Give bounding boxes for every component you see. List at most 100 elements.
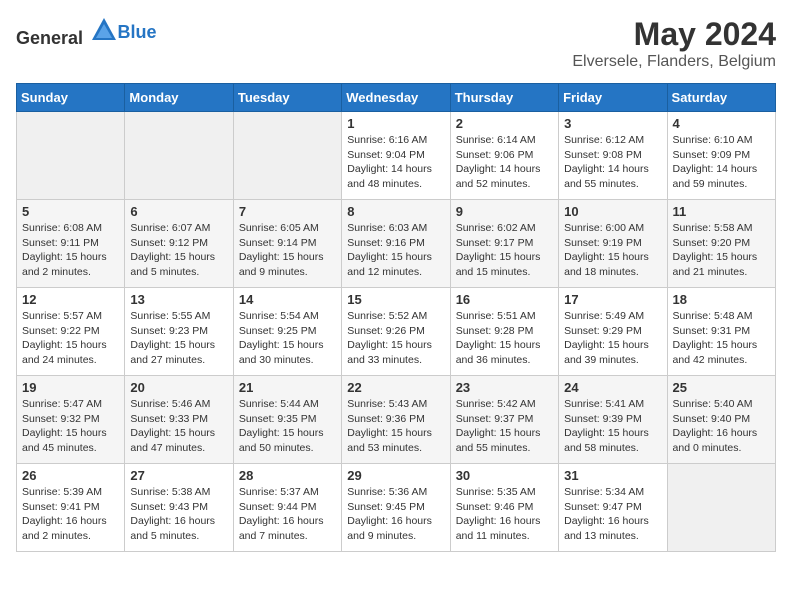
calendar-cell <box>667 464 775 552</box>
day-number: 21 <box>239 380 336 395</box>
day-info: Sunrise: 5:57 AM Sunset: 9:22 PM Dayligh… <box>22 309 119 368</box>
day-info: Sunrise: 6:00 AM Sunset: 9:19 PM Dayligh… <box>564 221 661 280</box>
day-number: 6 <box>130 204 227 219</box>
weekday-header-monday: Monday <box>125 84 233 112</box>
day-number: 17 <box>564 292 661 307</box>
day-number: 7 <box>239 204 336 219</box>
day-info: Sunrise: 5:48 AM Sunset: 9:31 PM Dayligh… <box>673 309 770 368</box>
day-number: 27 <box>130 468 227 483</box>
day-number: 4 <box>673 116 770 131</box>
day-info: Sunrise: 6:12 AM Sunset: 9:08 PM Dayligh… <box>564 133 661 192</box>
day-info: Sunrise: 6:07 AM Sunset: 9:12 PM Dayligh… <box>130 221 227 280</box>
calendar-cell: 21 Sunrise: 5:44 AM Sunset: 9:35 PM Dayli… <box>233 376 341 464</box>
logo-icon <box>90 16 118 44</box>
calendar-cell: 25Sunrise: 5:40 AM Sunset: 9:40 PM Dayli… <box>667 376 775 464</box>
day-info: Sunrise: 5:52 AM Sunset: 9:26 PM Dayligh… <box>347 309 444 368</box>
logo-general-text: General <box>16 28 83 48</box>
weekday-header-friday: Friday <box>559 84 667 112</box>
day-number: 19 <box>22 380 119 395</box>
day-number: 30 <box>456 468 553 483</box>
calendar-week-row-2: 5 Sunrise: 6:08 AM Sunset: 9:11 PM Daylig… <box>17 200 776 288</box>
logo-blue-text: Blue <box>118 22 157 42</box>
calendar-cell: 9Sunrise: 6:02 AM Sunset: 9:17 PM Daylig… <box>450 200 558 288</box>
calendar-cell: 8 Sunrise: 6:03 AM Sunset: 9:16 PM Daylig… <box>342 200 450 288</box>
day-number: 26 <box>22 468 119 483</box>
day-number: 24 <box>564 380 661 395</box>
weekday-header-row: SundayMondayTuesdayWednesdayThursdayFrid… <box>17 84 776 112</box>
month-year-title: May 2024 <box>572 16 776 53</box>
day-number: 31 <box>564 468 661 483</box>
calendar-cell: 5 Sunrise: 6:08 AM Sunset: 9:11 PM Daylig… <box>17 200 125 288</box>
day-number: 28 <box>239 468 336 483</box>
calendar-cell: 11Sunrise: 5:58 AM Sunset: 9:20 PM Dayli… <box>667 200 775 288</box>
calendar-cell: 4 Sunrise: 6:10 AM Sunset: 9:09 PM Daylig… <box>667 112 775 200</box>
day-info: Sunrise: 5:41 AM Sunset: 9:39 PM Dayligh… <box>564 397 661 456</box>
day-info: Sunrise: 5:54 AM Sunset: 9:25 PM Dayligh… <box>239 309 336 368</box>
day-info: Sunrise: 5:34 AM Sunset: 9:47 PM Dayligh… <box>564 485 661 544</box>
calendar-cell: 2 Sunrise: 6:14 AM Sunset: 9:06 PM Daylig… <box>450 112 558 200</box>
day-info: Sunrise: 5:47 AM Sunset: 9:32 PM Dayligh… <box>22 397 119 456</box>
location-subtitle: Elversele, Flanders, Belgium <box>572 53 776 71</box>
calendar-cell: 1Sunrise: 6:16 AM Sunset: 9:04 PM Daylig… <box>342 112 450 200</box>
weekday-header-sunday: Sunday <box>17 84 125 112</box>
day-info: Sunrise: 5:51 AM Sunset: 9:28 PM Dayligh… <box>456 309 553 368</box>
day-number: 18 <box>673 292 770 307</box>
calendar-cell: 29Sunrise: 5:36 AM Sunset: 9:45 PM Dayli… <box>342 464 450 552</box>
calendar-cell: 27 Sunrise: 5:38 AM Sunset: 9:43 PM Dayli… <box>125 464 233 552</box>
calendar-cell <box>125 112 233 200</box>
weekday-header-wednesday: Wednesday <box>342 84 450 112</box>
day-info: Sunrise: 5:39 AM Sunset: 9:41 PM Dayligh… <box>22 485 119 544</box>
calendar-cell: 20Sunrise: 5:46 AM Sunset: 9:33 PM Dayli… <box>125 376 233 464</box>
calendar-cell: 30 Sunrise: 5:35 AM Sunset: 9:46 PM Dayli… <box>450 464 558 552</box>
calendar-cell <box>17 112 125 200</box>
day-info: Sunrise: 5:38 AM Sunset: 9:43 PM Dayligh… <box>130 485 227 544</box>
day-info: Sunrise: 5:35 AM Sunset: 9:46 PM Dayligh… <box>456 485 553 544</box>
day-number: 12 <box>22 292 119 307</box>
logo: General Blue <box>16 16 157 49</box>
calendar-cell: 17 Sunrise: 5:49 AM Sunset: 9:29 PM Dayli… <box>559 288 667 376</box>
calendar-cell: 19 Sunrise: 5:47 AM Sunset: 9:32 PM Dayli… <box>17 376 125 464</box>
day-number: 8 <box>347 204 444 219</box>
calendar-cell: 18 Sunrise: 5:48 AM Sunset: 9:31 PM Dayli… <box>667 288 775 376</box>
day-info: Sunrise: 5:49 AM Sunset: 9:29 PM Dayligh… <box>564 309 661 368</box>
calendar-cell <box>233 112 341 200</box>
calendar-cell: 12 Sunrise: 5:57 AM Sunset: 9:22 PM Dayli… <box>17 288 125 376</box>
calendar-cell: 31 Sunrise: 5:34 AM Sunset: 9:47 PM Dayli… <box>559 464 667 552</box>
title-block: May 2024 Elversele, Flanders, Belgium <box>572 16 776 71</box>
day-number: 1 <box>347 116 444 131</box>
day-number: 16 <box>456 292 553 307</box>
day-number: 11 <box>673 204 770 219</box>
day-number: 29 <box>347 468 444 483</box>
day-number: 13 <box>130 292 227 307</box>
day-number: 2 <box>456 116 553 131</box>
calendar-cell: 22 Sunrise: 5:43 AM Sunset: 9:36 PM Dayli… <box>342 376 450 464</box>
calendar-week-row-4: 19 Sunrise: 5:47 AM Sunset: 9:32 PM Dayli… <box>17 376 776 464</box>
calendar-week-row-5: 26 Sunrise: 5:39 AM Sunset: 9:41 PM Dayli… <box>17 464 776 552</box>
day-info: Sunrise: 6:14 AM Sunset: 9:06 PM Dayligh… <box>456 133 553 192</box>
calendar-cell: 6 Sunrise: 6:07 AM Sunset: 9:12 PM Daylig… <box>125 200 233 288</box>
day-info: Sunrise: 6:08 AM Sunset: 9:11 PM Dayligh… <box>22 221 119 280</box>
day-info: Sunrise: 6:03 AM Sunset: 9:16 PM Dayligh… <box>347 221 444 280</box>
day-info: Sunrise: 5:44 AM Sunset: 9:35 PM Dayligh… <box>239 397 336 456</box>
weekday-header-tuesday: Tuesday <box>233 84 341 112</box>
day-info: Sunrise: 5:42 AM Sunset: 9:37 PM Dayligh… <box>456 397 553 456</box>
weekday-header-thursday: Thursday <box>450 84 558 112</box>
page-header: General Blue May 2024 Elversele, Flander… <box>16 16 776 71</box>
calendar-cell: 13 Sunrise: 5:55 AM Sunset: 9:23 PM Dayli… <box>125 288 233 376</box>
day-number: 15 <box>347 292 444 307</box>
calendar-week-row-3: 12 Sunrise: 5:57 AM Sunset: 9:22 PM Dayli… <box>17 288 776 376</box>
day-info: Sunrise: 6:10 AM Sunset: 9:09 PM Dayligh… <box>673 133 770 192</box>
day-number: 22 <box>347 380 444 395</box>
day-info: Sunrise: 5:55 AM Sunset: 9:23 PM Dayligh… <box>130 309 227 368</box>
day-number: 9 <box>456 204 553 219</box>
day-number: 10 <box>564 204 661 219</box>
calendar-table: SundayMondayTuesdayWednesdayThursdayFrid… <box>16 83 776 552</box>
calendar-cell: 23Sunrise: 5:42 AM Sunset: 9:37 PM Dayli… <box>450 376 558 464</box>
calendar-cell: 26 Sunrise: 5:39 AM Sunset: 9:41 PM Dayli… <box>17 464 125 552</box>
day-info: Sunrise: 5:43 AM Sunset: 9:36 PM Dayligh… <box>347 397 444 456</box>
day-number: 3 <box>564 116 661 131</box>
calendar-cell: 16 Sunrise: 5:51 AM Sunset: 9:28 PM Dayli… <box>450 288 558 376</box>
day-info: Sunrise: 5:37 AM Sunset: 9:44 PM Dayligh… <box>239 485 336 544</box>
day-number: 5 <box>22 204 119 219</box>
weekday-header-saturday: Saturday <box>667 84 775 112</box>
